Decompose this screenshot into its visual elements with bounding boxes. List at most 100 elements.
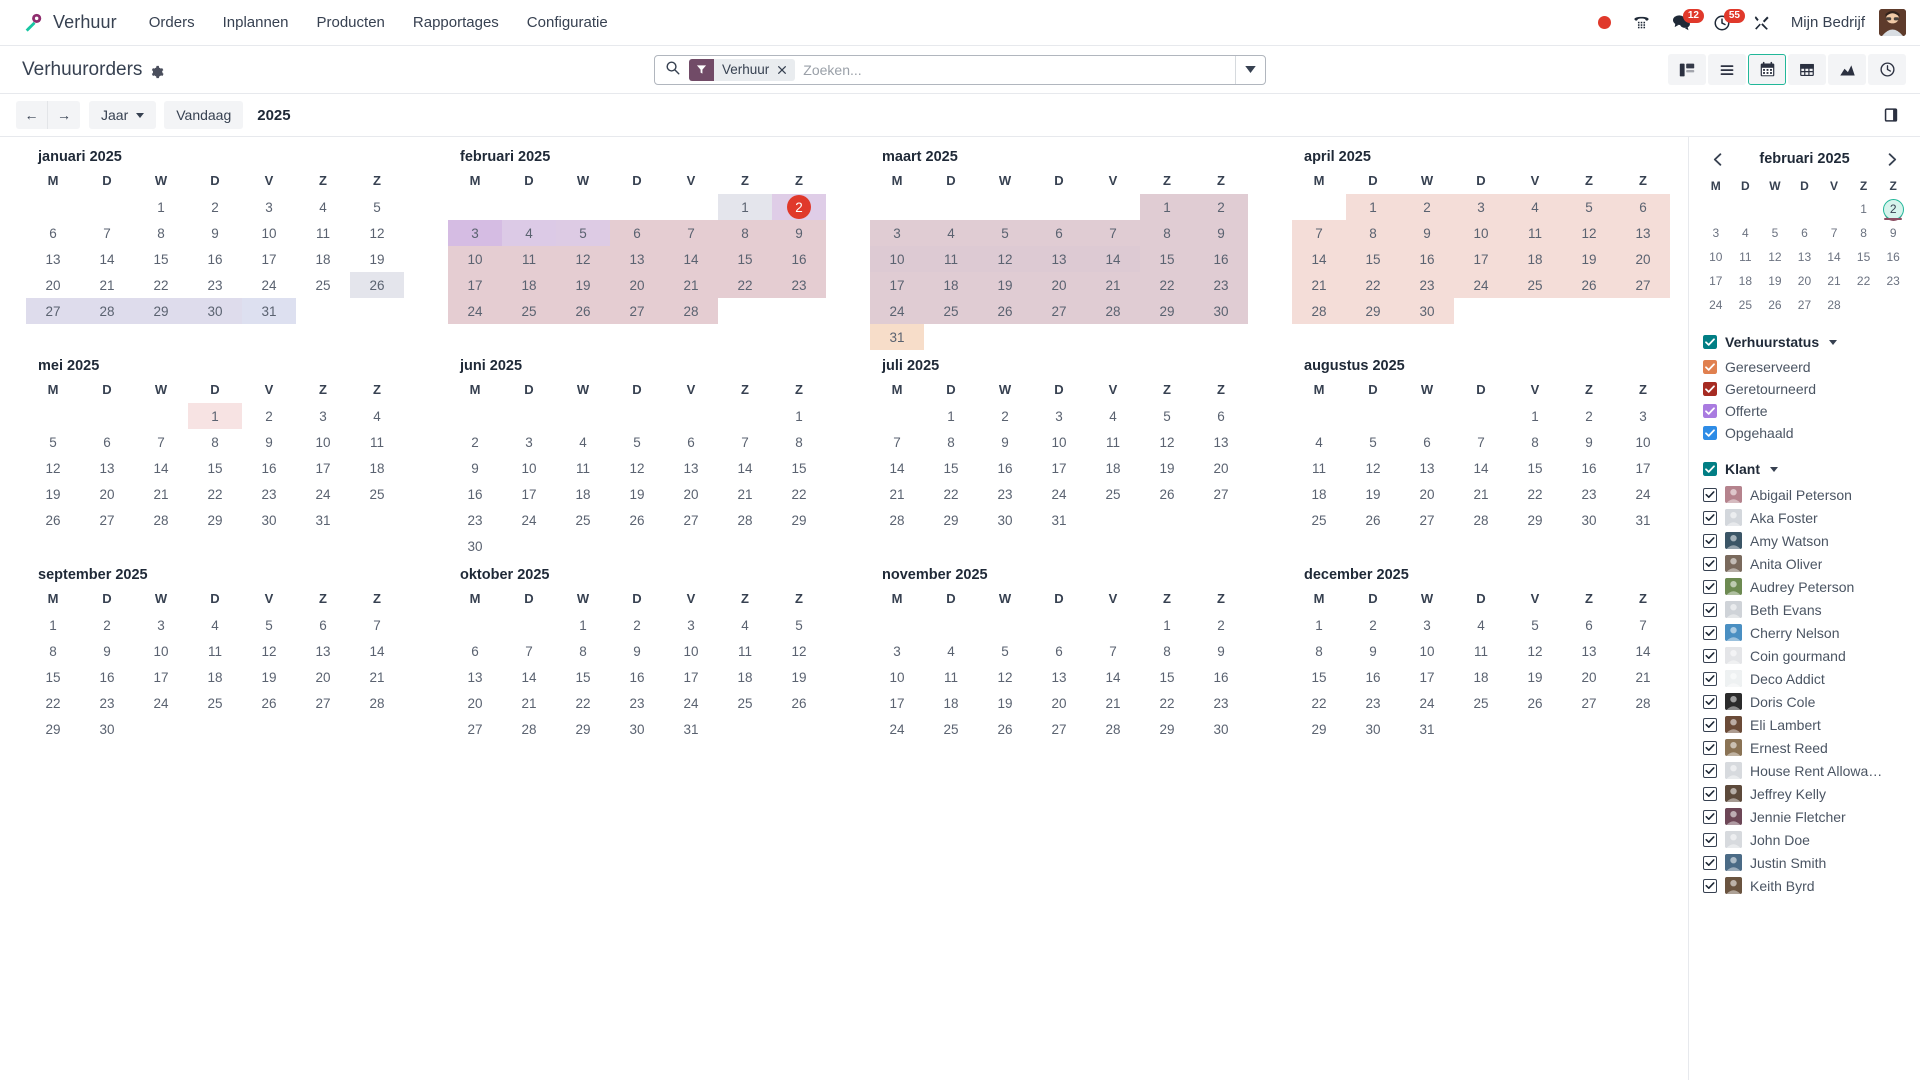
day-cell[interactable]: 1 (1508, 403, 1562, 429)
day-cell[interactable]: 28 (1086, 298, 1140, 324)
prev-period-button[interactable]: ← (16, 101, 48, 129)
day-cell[interactable]: 13 (296, 638, 350, 664)
day-cell[interactable]: 17 (1616, 455, 1670, 481)
day-cell[interactable]: 3 (502, 429, 556, 455)
day-cell[interactable]: 14 (664, 246, 718, 272)
day-cell[interactable]: 11 (924, 246, 978, 272)
wrench-icon[interactable] (1742, 9, 1781, 36)
checkbox-status[interactable] (1703, 382, 1717, 396)
day-cell[interactable]: 28 (1616, 690, 1670, 716)
day-cell[interactable]: 18 (924, 272, 978, 298)
day-cell[interactable]: 27 (1194, 481, 1248, 507)
day-cell[interactable]: 30 (242, 507, 296, 533)
day-cell[interactable]: 30 (1400, 298, 1454, 324)
day-cell[interactable]: 18 (924, 690, 978, 716)
day-cell[interactable]: 18 (296, 246, 350, 272)
month-table[interactable]: M D W D V Z Z 1 2 3 4 5 6 7 8 9 10 11 12 13 14 15 16 17 18 19 20 21… (1292, 589, 1670, 742)
day-cell[interactable]: 25 (502, 298, 556, 324)
day-cell[interactable]: 6 (80, 429, 134, 455)
day-cell[interactable]: 14 (502, 664, 556, 690)
day-cell[interactable]: 21 (664, 272, 718, 298)
mini-day-cell[interactable]: 23 (1878, 269, 1908, 293)
day-cell[interactable]: 3 (448, 220, 502, 246)
record-dot-icon[interactable] (1587, 11, 1622, 34)
day-cell[interactable]: 15 (1292, 664, 1346, 690)
filter-item-klant[interactable]: Justin Smith (1701, 851, 1908, 874)
search-input[interactable] (803, 61, 1235, 78)
day-cell[interactable]: 13 (1032, 664, 1086, 690)
day-cell[interactable]: 3 (296, 403, 350, 429)
menu-producten[interactable]: Producten (303, 8, 399, 37)
next-period-button[interactable]: → (48, 101, 80, 129)
day-cell[interactable]: 31 (1616, 507, 1670, 533)
day-cell[interactable]: 11 (718, 638, 772, 664)
day-cell[interactable]: 18 (556, 481, 610, 507)
mini-day-cell[interactable]: 16 (1878, 245, 1908, 269)
day-cell[interactable]: 20 (448, 690, 502, 716)
day-cell[interactable]: 28 (134, 507, 188, 533)
day-cell[interactable]: 24 (1616, 481, 1670, 507)
day-cell[interactable]: 3 (134, 612, 188, 638)
day-cell[interactable]: 22 (556, 690, 610, 716)
day-cell[interactable]: 15 (924, 455, 978, 481)
day-cell[interactable]: 17 (1454, 246, 1508, 272)
mini-day-cell[interactable]: 5 (1760, 221, 1790, 245)
mini-day-cell[interactable]: 3 (1701, 221, 1731, 245)
day-cell[interactable]: 24 (502, 507, 556, 533)
day-cell[interactable]: 9 (772, 220, 826, 246)
day-cell[interactable]: 2 (1194, 612, 1248, 638)
day-cell[interactable]: 25 (718, 690, 772, 716)
day-cell[interactable]: 13 (1616, 220, 1670, 246)
day-cell[interactable]: 5 (1346, 429, 1400, 455)
day-cell[interactable]: 1 (1346, 194, 1400, 220)
day-cell[interactable]: 29 (1346, 298, 1400, 324)
day-cell[interactable]: 28 (870, 507, 924, 533)
day-cell[interactable]: 29 (1508, 507, 1562, 533)
gear-icon[interactable] (150, 63, 164, 78)
day-cell[interactable]: 31 (664, 716, 718, 742)
mini-day-cell[interactable]: 8 (1849, 221, 1879, 245)
day-cell[interactable]: 15 (556, 664, 610, 690)
day-cell[interactable]: 23 (1346, 690, 1400, 716)
day-cell[interactable]: 11 (1292, 455, 1346, 481)
filter-item-klant[interactable]: Anita Oliver (1701, 552, 1908, 575)
month-table[interactable]: M D W D V Z Z 1 2 3 4 5 6 7 8 9 10 11 12 13 14 15 16 17 18 19 20 21… (870, 171, 1248, 350)
day-cell[interactable]: 19 (978, 690, 1032, 716)
day-cell[interactable]: 21 (1086, 272, 1140, 298)
day-cell[interactable]: 14 (1454, 455, 1508, 481)
day-cell[interactable]: 26 (978, 716, 1032, 742)
mini-day-cell[interactable]: 24 (1701, 293, 1731, 317)
day-cell[interactable]: 13 (80, 455, 134, 481)
day-cell[interactable]: 8 (772, 429, 826, 455)
checkbox-klant-item[interactable] (1703, 809, 1717, 824)
day-cell[interactable]: 5 (978, 220, 1032, 246)
messages-icon[interactable]: 12 (1661, 9, 1704, 36)
chevron-left-icon[interactable] (1707, 149, 1727, 169)
month-table[interactable]: M D W D V Z Z 1 2 3 4 5 6 7 8 9 10 11 12 13 14 15 16 17 18 19 20 21… (1292, 380, 1670, 533)
day-cell[interactable]: 24 (870, 716, 924, 742)
day-cell[interactable]: 7 (1292, 220, 1346, 246)
filter-item-klant[interactable]: Doris Cole (1701, 690, 1908, 713)
checkbox-klant-item[interactable] (1703, 786, 1717, 801)
day-cell[interactable]: 28 (1454, 507, 1508, 533)
month-table[interactable]: M D W D V Z Z 1 2 3 4 5 6 7 8 9 10 11 12 13 14 15 16 17 18 19 20 21… (1292, 171, 1670, 324)
day-cell[interactable]: 29 (188, 507, 242, 533)
activity-clock-icon[interactable]: 55 (1702, 8, 1745, 37)
day-cell[interactable]: 30 (188, 298, 242, 324)
day-cell[interactable]: 3 (1400, 612, 1454, 638)
day-cell[interactable]: 5 (610, 429, 664, 455)
day-cell[interactable]: 22 (134, 272, 188, 298)
day-cell[interactable]: 28 (350, 690, 404, 716)
mini-day-cell[interactable]: 25 (1731, 293, 1761, 317)
filter-item-klant[interactable]: Amy Watson (1701, 529, 1908, 552)
day-cell[interactable]: 4 (1086, 403, 1140, 429)
checkbox-klant-item[interactable] (1703, 625, 1717, 640)
day-cell[interactable]: 13 (1400, 455, 1454, 481)
day-cell[interactable]: 11 (502, 246, 556, 272)
day-cell[interactable]: 5 (1140, 403, 1194, 429)
checkbox-klant-item[interactable] (1703, 694, 1717, 709)
day-cell[interactable]: 12 (1346, 455, 1400, 481)
day-cell[interactable]: 6 (1400, 429, 1454, 455)
filter-item-klant[interactable]: Abigail Peterson (1701, 483, 1908, 506)
view-kanban-button[interactable] (1668, 54, 1706, 85)
